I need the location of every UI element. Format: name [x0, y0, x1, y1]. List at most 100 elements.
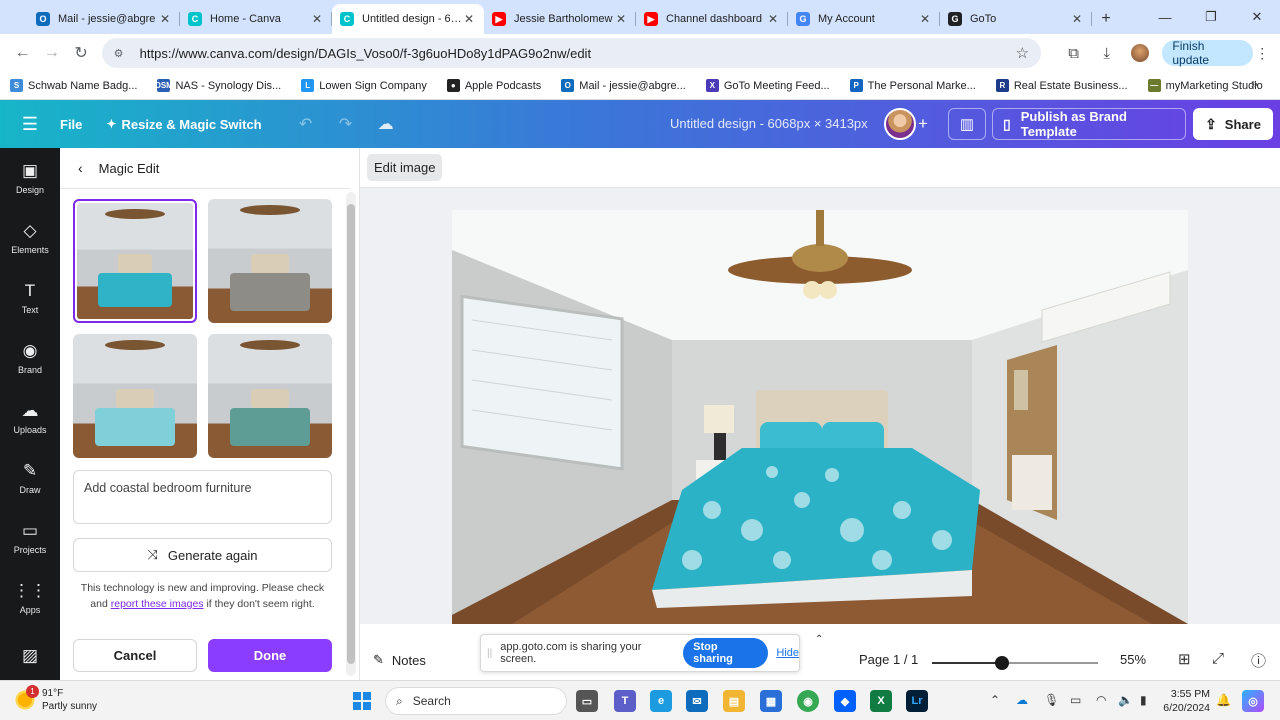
- bookmarks-overflow-icon[interactable]: »: [1251, 76, 1258, 91]
- reload-icon[interactable]: ↻: [66, 38, 95, 68]
- bookmark-item[interactable]: DSM NAS - Synology Dis...: [155, 79, 281, 92]
- rail-item-apps[interactable]: ⋮⋮ Apps: [0, 568, 60, 628]
- rail-item-projects[interactable]: ▭ Projects: [0, 508, 60, 568]
- browser-tab[interactable]: O Mail - jessie@abgre ✕: [28, 4, 180, 34]
- url-field[interactable]: ⚙ https://www.canva.com/design/DAGIs_Vos…: [101, 38, 1042, 68]
- edge-icon[interactable]: e: [650, 690, 672, 712]
- zoom-slider[interactable]: [932, 656, 1098, 670]
- rail-item-elements[interactable]: ◇ Elements: [0, 208, 60, 268]
- design-canvas-image[interactable]: [452, 210, 1188, 624]
- resize-magic-switch-button[interactable]: ✦ Resize & Magic Switch: [106, 117, 261, 132]
- download-icon[interactable]: ⤓: [1090, 38, 1123, 68]
- bookmark-star-icon[interactable]: ☆: [1016, 44, 1029, 62]
- restore-icon[interactable]: ❐: [1188, 0, 1234, 34]
- done-button[interactable]: Done: [208, 639, 332, 672]
- rail-item-photos[interactable]: ▨: [0, 628, 60, 688]
- close-tab-icon[interactable]: ✕: [614, 12, 628, 26]
- design-title[interactable]: Untitled design - 6068px × 3413px: [670, 116, 868, 131]
- excel-icon[interactable]: X: [870, 690, 892, 712]
- zoom-slider-knob[interactable]: [994, 656, 1009, 670]
- taskbar-search[interactable]: ⌕ Search: [385, 687, 567, 715]
- browser-tab[interactable]: ▶ Jessie Bartholomew ✕: [484, 4, 636, 34]
- close-tab-icon[interactable]: ✕: [462, 12, 476, 26]
- page-indicator[interactable]: Page 1 / 1: [859, 652, 918, 667]
- rail-item-uploads[interactable]: ☁ Uploads: [0, 388, 60, 448]
- insights-chart-icon[interactable]: ▥: [948, 108, 986, 140]
- battery-icon[interactable]: ▮: [1140, 693, 1147, 707]
- close-tab-icon[interactable]: ✕: [310, 12, 324, 26]
- extensions-icon[interactable]: ⧉: [1057, 38, 1090, 68]
- menu-icon[interactable]: ☰: [0, 114, 60, 135]
- browser-tab[interactable]: C Untitled design - 606 ✕: [332, 4, 484, 34]
- browser-tab[interactable]: G GoTo ✕: [940, 4, 1092, 34]
- windows-start-icon[interactable]: [353, 692, 371, 710]
- back-icon[interactable]: ←: [8, 38, 37, 68]
- bookmark-item[interactable]: X GoTo Meeting Feed...: [705, 79, 830, 92]
- bookmark-item[interactable]: O Mail - jessie@abgre...: [561, 79, 686, 92]
- copilot-icon[interactable]: ◎: [1242, 690, 1264, 712]
- close-tab-icon[interactable]: ✕: [1070, 12, 1084, 26]
- rail-item-design[interactable]: ▣ Design: [0, 148, 60, 208]
- close-tab-icon[interactable]: ✕: [158, 12, 172, 26]
- teams-icon[interactable]: T: [614, 690, 636, 712]
- report-images-link[interactable]: report these images: [111, 598, 204, 610]
- generate-again-button[interactable]: ⤨ Generate again: [73, 538, 332, 572]
- weather-widget[interactable]: 1 91°F Partly sunny: [14, 685, 97, 713]
- onedrive-icon[interactable]: ☁: [1016, 693, 1028, 707]
- zoom-value[interactable]: 55%: [1120, 652, 1146, 667]
- dropbox-icon[interactable]: ◆: [834, 690, 856, 712]
- notes-button[interactable]: ✎ Notes: [373, 652, 426, 668]
- chevron-up-icon[interactable]: ⌃: [815, 634, 823, 645]
- file-menu[interactable]: File: [60, 117, 82, 132]
- new-tab-icon[interactable]: +: [1092, 4, 1120, 34]
- result-thumbnail[interactable]: [73, 199, 197, 323]
- forward-icon[interactable]: →: [37, 38, 66, 68]
- share-button[interactable]: ⇪ Share: [1193, 108, 1273, 140]
- bookmark-item[interactable]: P The Personal Marke...: [849, 79, 976, 92]
- result-thumbnail[interactable]: [208, 199, 332, 323]
- drag-handle-icon[interactable]: ||: [487, 648, 492, 659]
- result-thumbnail[interactable]: [208, 334, 332, 458]
- bookmark-item[interactable]: S Schwab Name Badg...: [10, 79, 137, 92]
- undo-icon[interactable]: ↶: [286, 114, 326, 134]
- store-icon[interactable]: ▦: [760, 690, 782, 712]
- bookmark-item[interactable]: R Real Estate Business...: [995, 79, 1128, 92]
- task-view-icon[interactable]: ▭: [576, 690, 598, 712]
- bookmark-item[interactable]: L Lowen Sign Company: [301, 79, 427, 92]
- rail-item-brand[interactable]: ◉ Brand: [0, 328, 60, 388]
- close-tab-icon[interactable]: ✕: [918, 12, 932, 26]
- edit-image-button[interactable]: Edit image: [367, 154, 443, 181]
- profile-avatar[interactable]: [1123, 38, 1156, 68]
- close-window-icon[interactable]: ✕: [1234, 0, 1280, 34]
- fullscreen-icon[interactable]: ⤢: [1212, 650, 1224, 667]
- close-tab-icon[interactable]: ✕: [766, 12, 780, 26]
- browser-menu-icon[interactable]: ⋮: [1253, 45, 1272, 62]
- cloud-save-icon[interactable]: ☁: [366, 114, 406, 134]
- chrome-icon[interactable]: ◉: [797, 690, 819, 712]
- mail-icon[interactable]: ✉: [686, 690, 708, 712]
- finish-update-button[interactable]: Finish update: [1162, 39, 1253, 67]
- hide-banner-link[interactable]: Hide: [776, 647, 799, 659]
- stop-sharing-button[interactable]: Stop sharing: [683, 638, 769, 668]
- system-clock[interactable]: 3:55 PM 6/20/2024: [1160, 687, 1210, 715]
- minimize-icon[interactable]: —: [1142, 0, 1188, 34]
- tray-chevron-icon[interactable]: ⌃: [990, 693, 1000, 707]
- wifi-icon[interactable]: ◠: [1096, 693, 1106, 707]
- notifications-bell-icon[interactable]: 🔔: [1216, 693, 1231, 707]
- prompt-input[interactable]: Add coastal bedroom furniture: [73, 470, 332, 524]
- panel-scrollbar[interactable]: [346, 192, 356, 676]
- rail-item-text[interactable]: T Text: [0, 268, 60, 328]
- help-icon[interactable]: ⓘ: [1251, 650, 1266, 671]
- rail-item-draw[interactable]: ✎ Draw: [0, 448, 60, 508]
- site-info-icon[interactable]: ⚙: [114, 47, 132, 60]
- redo-icon[interactable]: ↷: [326, 114, 366, 134]
- result-thumbnail[interactable]: [73, 334, 197, 458]
- chevron-left-icon[interactable]: ‹: [78, 160, 83, 176]
- bookmark-item[interactable]: — myMarketing Studio: [1147, 79, 1263, 92]
- collaborator-avatar[interactable]: [884, 108, 916, 140]
- browser-tab[interactable]: C Home - Canva ✕: [180, 4, 332, 34]
- lightroom-icon[interactable]: Lr: [906, 690, 928, 712]
- bookmark-item[interactable]: ● Apple Podcasts: [446, 79, 541, 92]
- grid-view-icon[interactable]: ⊞: [1178, 650, 1191, 668]
- microphone-icon[interactable]: 🎙: [1044, 693, 1059, 707]
